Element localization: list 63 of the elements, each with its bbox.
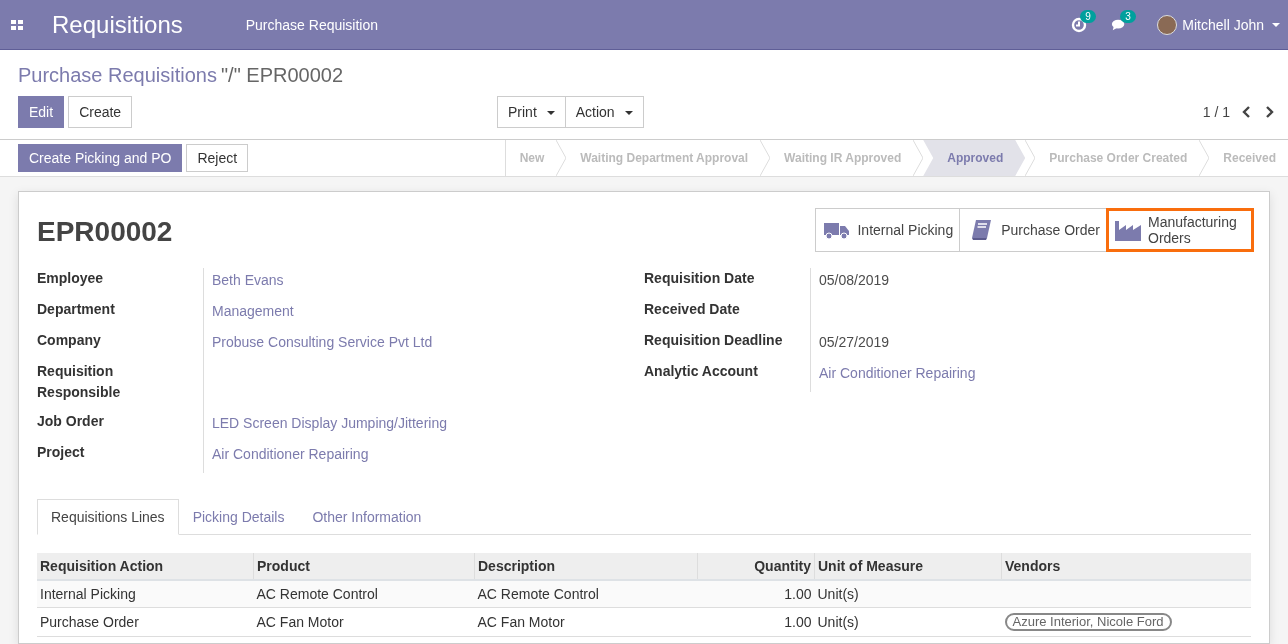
field-label: Company — [37, 331, 102, 350]
status-stage[interactable]: Approved — [923, 140, 1026, 176]
field-label: Employee — [37, 269, 105, 288]
table-cell: Unit(s) — [814, 580, 1002, 608]
app-title: Requisitions — [52, 10, 183, 39]
column-header[interactable]: Unit of Measure — [814, 553, 1002, 580]
action-button[interactable]: Action — [565, 96, 644, 128]
factory-icon — [1115, 219, 1141, 241]
smart-button[interactable]: Internal Picking — [815, 208, 961, 252]
field-link[interactable]: Air Conditioner Repairing — [819, 365, 976, 381]
column-header[interactable]: Description — [474, 553, 698, 580]
smart-button[interactable]: Purchase Order — [959, 208, 1107, 252]
field-label: Requisition Responsible — [37, 362, 122, 402]
user-menu[interactable]: Mitchell John — [1182, 16, 1264, 33]
breadcrumb-link[interactable]: Purchase Requisitions — [18, 64, 217, 86]
record-title: EPR00002 — [37, 216, 173, 248]
tab[interactable]: Other Information — [298, 499, 436, 535]
field-label: Requisition Date — [644, 269, 756, 288]
avatar — [1157, 14, 1178, 35]
next-icon[interactable] — [1264, 105, 1274, 119]
print-button[interactable]: Print — [497, 96, 566, 128]
apps-menu-icon[interactable] — [11, 19, 23, 30]
field-value: 05/08/2019 — [819, 272, 890, 288]
table-cell: AC Fan Motor — [474, 607, 698, 637]
tab[interactable]: Requisitions Lines — [37, 499, 179, 535]
field-label: Received Date — [644, 300, 741, 319]
field-value: 05/27/2019 — [819, 334, 890, 350]
field-link[interactable]: Beth Evans — [212, 272, 284, 288]
table-cell: AC Remote Control — [474, 580, 698, 608]
field-label: Analytic Account — [644, 362, 759, 381]
create-button[interactable]: Create — [68, 96, 133, 128]
column-header[interactable]: Requisition Action — [37, 553, 254, 580]
field-link[interactable]: LED Screen Display Jumping/Jittering — [212, 415, 447, 431]
field-link[interactable]: Air Conditioner Repairing — [212, 446, 369, 462]
field-label: Department — [37, 300, 116, 319]
breadcrumb-current: "/" EPR00002 — [221, 64, 344, 86]
field-link[interactable]: Management — [212, 303, 294, 319]
table-cell: AC Fan Motor — [253, 607, 475, 637]
field-label: Requisition Deadline — [644, 331, 784, 350]
table-cell: AC Remote Control — [253, 580, 475, 608]
table-cell: Purchase Order — [37, 607, 254, 637]
caret-icon — [1272, 22, 1280, 27]
field-link[interactable]: Probuse Consulting Service Pvt Ltd — [212, 334, 433, 350]
table-cell: 1.00 — [697, 580, 815, 608]
vendor-tag: Azure Interior, Nicole Ford — [1004, 613, 1172, 631]
menu-item[interactable]: Purchase Requisition — [245, 16, 379, 33]
table-cell: Unit(s) — [814, 607, 1002, 637]
previous-icon[interactable] — [1242, 105, 1252, 119]
column-header[interactable]: Quantity — [697, 553, 815, 580]
table-cell: Internal Picking — [37, 580, 254, 608]
status-action-button[interactable]: Reject — [186, 144, 249, 172]
pager-value: 1 / 1 — [1202, 104, 1230, 120]
edit-button[interactable]: Edit — [18, 96, 65, 128]
column-header[interactable]: Product — [253, 553, 475, 580]
activity-count: 9 — [1080, 9, 1096, 23]
tab[interactable]: Picking Details — [178, 499, 299, 535]
field-label: Project — [37, 443, 86, 462]
field-label: Job Order — [37, 412, 105, 431]
table-cell: 1.00 — [697, 607, 815, 637]
smart-button[interactable]: Manufacturing Orders — [1106, 208, 1254, 252]
column-header[interactable]: Vendors — [1001, 553, 1251, 580]
message-count: 3 — [1120, 9, 1136, 23]
status-action-button[interactable]: Create Picking and PO — [18, 144, 183, 172]
